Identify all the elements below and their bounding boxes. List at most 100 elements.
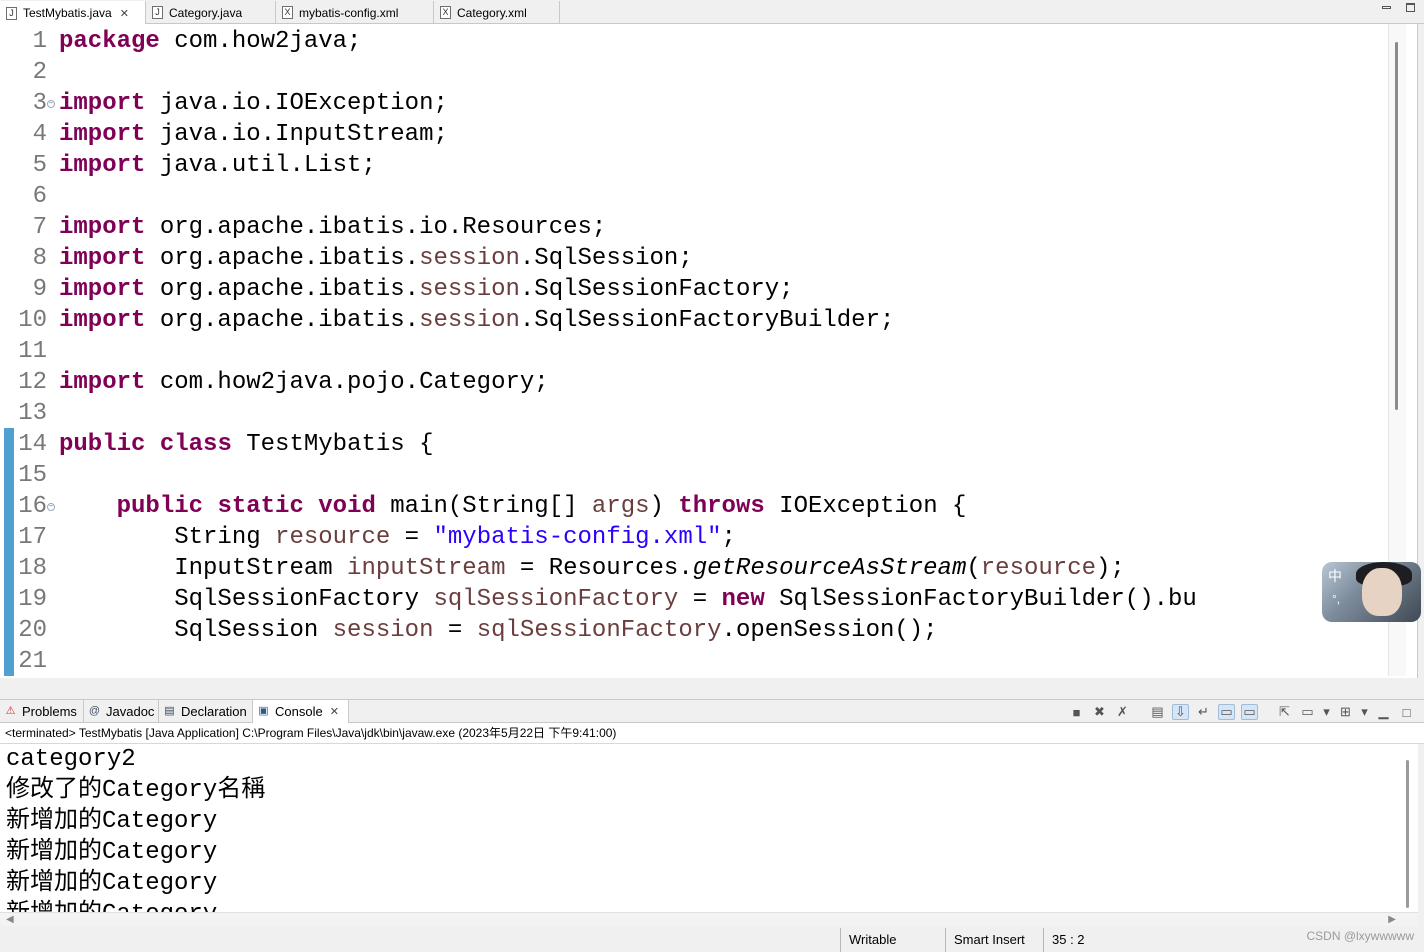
scroll-left-icon[interactable]: ◀	[6, 914, 14, 925]
tab-mybatis-config-xml[interactable]: X mybatis-config.xml	[276, 1, 434, 24]
tab-label: Declaration	[181, 704, 247, 719]
remove-all-terminated-icon[interactable]: ✗	[1114, 704, 1131, 720]
tab-testmybatis-java[interactable]: J TestMybatis.java ✕	[0, 1, 146, 25]
fold-toggle-icon[interactable]: –	[47, 100, 55, 108]
console-vertical-scrollbar[interactable]	[1406, 760, 1409, 908]
code-line[interactable]: 5 import java.util.List;	[0, 150, 1320, 181]
tab-label: Console	[275, 704, 323, 719]
show-on-stdout-icon[interactable]: ▭	[1218, 704, 1235, 720]
console-line: category2	[6, 746, 136, 773]
code-text: String resource = "mybatis-config.xml";	[59, 524, 736, 551]
line-number: 4	[32, 121, 47, 148]
line-number: 17	[18, 524, 47, 551]
code-line[interactable]: 4 import java.io.InputStream;	[0, 119, 1320, 150]
word-wrap-icon[interactable]: ↵	[1195, 704, 1212, 720]
maximize-button[interactable]	[1404, 1, 1416, 13]
line-number: 3	[32, 90, 47, 117]
tab-category-java[interactable]: J Category.java	[146, 1, 276, 24]
fold-toggle-icon[interactable]: –	[47, 503, 55, 511]
code-line[interactable]: 21	[0, 646, 1320, 677]
code-line[interactable]: 8 import org.apache.ibatis.session.SqlSes…	[0, 243, 1320, 274]
show-on-stderr-icon[interactable]: ▭	[1241, 704, 1258, 720]
code-line[interactable]: 15	[0, 460, 1320, 491]
code-line[interactable]: 12 import com.how2java.pojo.Category;	[0, 367, 1320, 398]
code-text: import org.apache.ibatis.io.Resources;	[59, 214, 607, 241]
tab-label: mybatis-config.xml	[299, 5, 399, 20]
code-line[interactable]: 2	[0, 57, 1320, 88]
scroll-lock-icon[interactable]: ⇩	[1172, 704, 1189, 720]
view-tab-bar: ⚠ Problems @ Javadoc ▤ Declaration ▣ Con…	[0, 699, 1424, 723]
display-console-icon[interactable]: ▭	[1299, 704, 1316, 720]
code-text: package com.how2java;	[59, 28, 362, 55]
line-number: 19	[18, 586, 47, 613]
xml-file-icon: X	[282, 6, 293, 19]
code-line[interactable]: 16– public static void main(String[] arg…	[0, 491, 1320, 522]
java-file-icon: J	[152, 6, 163, 19]
code-line[interactable]: 9 import org.apache.ibatis.session.SqlSes…	[0, 274, 1320, 305]
maximize-view-icon[interactable]: □	[1398, 704, 1415, 720]
line-number: 16	[18, 493, 47, 520]
code-line[interactable]: 7 import org.apache.ibatis.io.Resources;	[0, 212, 1320, 243]
code-line[interactable]: 10 import org.apache.ibatis.session.SqlSe…	[0, 305, 1320, 336]
close-icon[interactable]: ✕	[120, 7, 129, 20]
tab-label: Javadoc	[106, 704, 155, 719]
console-line: 新增加的Category	[6, 808, 218, 835]
code-line[interactable]: 18 InputStream inputStream = Resources.g…	[0, 553, 1320, 584]
tab-javadoc[interactable]: @ Javadoc	[84, 700, 159, 723]
tab-declaration[interactable]: ▤ Declaration	[159, 700, 253, 723]
remove-launch-icon[interactable]: ✖	[1091, 704, 1108, 720]
code-line[interactable]: 1 package com.how2java;	[0, 26, 1320, 57]
scroll-right-icon[interactable]: ▶	[1388, 914, 1396, 925]
console-line: 新增加的Category	[6, 899, 217, 912]
code-text: SqlSessionFactory sqlSessionFactory = ne…	[59, 586, 1197, 613]
code-line[interactable]: 14 public class TestMybatis {	[0, 429, 1320, 460]
code-line[interactable]: 17 String resource = "mybatis-config.xml…	[0, 522, 1320, 553]
code-editor[interactable]: 1 package com.how2java; 2 3– import java.io.…	[0, 24, 1418, 678]
avatar-face	[1362, 568, 1402, 616]
code-line[interactable]: 20 SqlSession session = sqlSessionFactor…	[0, 615, 1320, 646]
tab-problems[interactable]: ⚠ Problems	[0, 700, 84, 723]
line-number: 5	[32, 152, 47, 179]
code-line[interactable]: 11	[0, 336, 1320, 367]
minimize-view-icon[interactable]: ▁	[1375, 704, 1392, 720]
tab-console[interactable]: ▣ Console ✕	[253, 700, 349, 723]
line-number: 7	[32, 214, 47, 241]
code-line[interactable]: 6	[0, 181, 1320, 212]
scroll-thumb[interactable]	[1395, 42, 1398, 410]
line-number: 8	[32, 245, 47, 272]
code-text: public class TestMybatis {	[59, 431, 434, 458]
line-number: 2	[32, 59, 47, 86]
ime-punctuation-indicator: °,	[1332, 592, 1341, 606]
line-number: 20	[18, 617, 47, 644]
code-line[interactable]: 3– import java.io.IOException;	[0, 88, 1320, 119]
tab-label: TestMybatis.java	[23, 6, 112, 20]
pin-console-icon[interactable]: ⇱	[1276, 704, 1293, 720]
clear-console-icon[interactable]: ▤	[1149, 704, 1166, 720]
tab-label: Problems	[22, 704, 77, 719]
console-toolbar: ■ ✖ ✗ ▤ ⇩ ↵ ▭ ▭ ⇱ ▭ ▾ ⊞ ▾ ▁ □	[1068, 703, 1415, 721]
chevron-down-icon[interactable]: ▾	[1360, 704, 1369, 720]
console-output[interactable]: category2 修改了的Category名稱 新增加的Category 新增加的C…	[0, 744, 1418, 912]
floating-avatar-widget[interactable]: 中 °,	[1322, 562, 1421, 622]
status-bar: Writable Smart Insert 35 : 2 CSDN @lxyww…	[0, 928, 1424, 952]
close-icon[interactable]: ✕	[330, 705, 339, 718]
terminate-icon[interactable]: ■	[1068, 704, 1085, 720]
tab-category-xml[interactable]: X Category.xml	[434, 1, 560, 24]
tab-label: Category.xml	[457, 5, 527, 20]
declaration-icon: ▤	[164, 705, 175, 717]
line-number: 18	[18, 555, 47, 582]
at-icon: @	[88, 705, 101, 717]
code-text: import org.apache.ibatis.session.SqlSess…	[59, 276, 794, 303]
code-text: InputStream inputStream = Resources.getR…	[59, 555, 1125, 582]
console-horizontal-scrollbar[interactable]: ◀ ▶	[0, 912, 1418, 926]
code-line[interactable]: 13	[0, 398, 1320, 429]
code-line[interactable]: 19 SqlSessionFactory sqlSessionFactory =…	[0, 584, 1320, 615]
minimize-button[interactable]	[1380, 1, 1392, 13]
maximize-icon	[1405, 2, 1415, 12]
code-text: import java.util.List;	[59, 152, 376, 179]
line-number: 10	[18, 307, 47, 334]
line-number: 14	[18, 431, 47, 458]
open-console-icon[interactable]: ⊞	[1337, 704, 1354, 720]
chevron-down-icon[interactable]: ▾	[1322, 704, 1331, 720]
problems-icon: ⚠	[5, 705, 16, 717]
